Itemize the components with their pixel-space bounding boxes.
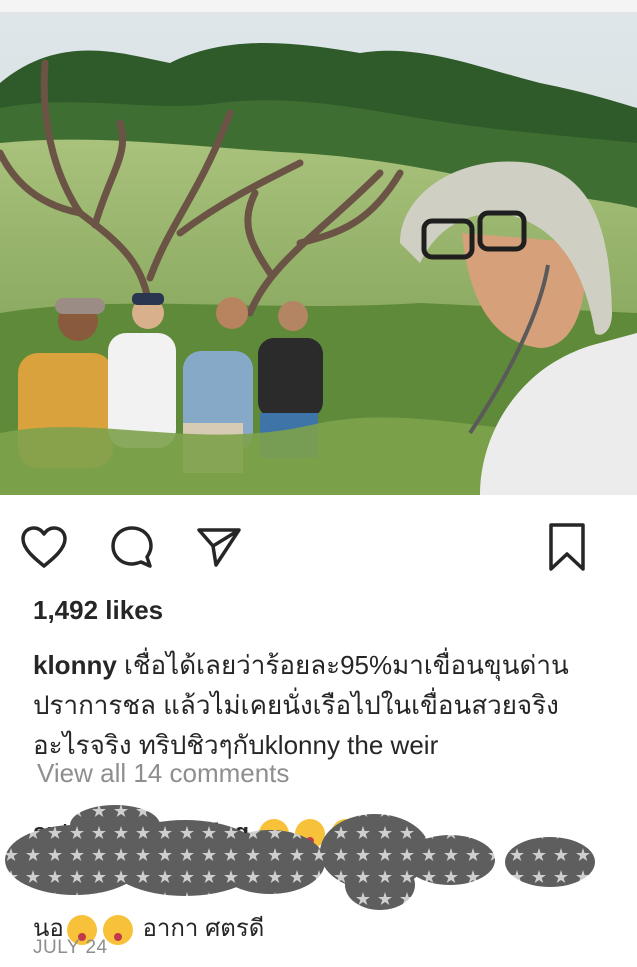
post-caption: klonny เชื่อได้เลยว่าร้อยละ95%มาเขื่อนขุ… — [33, 645, 613, 765]
comment-item: sutanp_wannasing นอ อากา ศตรดี — [33, 812, 613, 950]
comment-tail-text: อากา ศตรดี — [142, 915, 265, 942]
bookmark-icon — [549, 523, 585, 571]
paper-plane-icon — [197, 528, 241, 567]
view-all-comments-link[interactable]: View all 14 comments — [37, 758, 289, 789]
comment-username[interactable]: sutanp_wannasing — [33, 819, 249, 846]
status-bar-strip — [0, 0, 637, 13]
save-button[interactable] — [541, 521, 593, 573]
emoji-icon — [258, 818, 289, 849]
likes-count[interactable]: 1,492 likes — [33, 595, 163, 626]
like-button[interactable] — [18, 521, 70, 573]
comment-bubble-icon — [111, 526, 153, 568]
landscape-photo-illustration — [0, 13, 637, 495]
heart-icon — [21, 526, 67, 568]
post-photo[interactable] — [0, 13, 637, 495]
post-date: JULY 24 — [33, 937, 108, 958]
emoji-icon — [294, 818, 325, 849]
comment-button[interactable] — [106, 521, 158, 573]
caption-username[interactable]: klonny — [33, 650, 117, 680]
post-actions-bar — [0, 515, 637, 579]
share-button[interactable] — [193, 521, 245, 573]
emoji-icon — [330, 818, 361, 849]
